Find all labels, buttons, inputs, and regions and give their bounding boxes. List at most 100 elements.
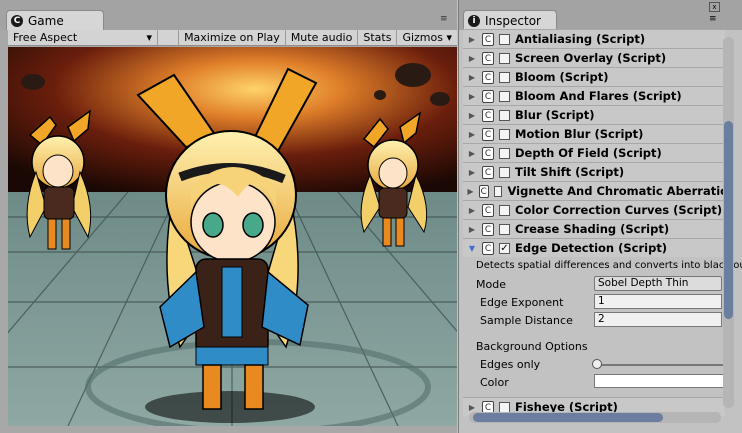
component-enabled-checkbox[interactable] bbox=[499, 204, 510, 216]
inspector-content: ▶ C Antialiasing (Script) ▶ C Screen Overlay … bbox=[463, 28, 742, 433]
color-field[interactable] bbox=[594, 374, 724, 388]
component-label: Antialiasing (Script) bbox=[515, 32, 646, 46]
unity-logo-icon: C bbox=[11, 14, 23, 27]
component-row[interactable]: ▶ C Tilt Shift (Script) bbox=[463, 162, 725, 181]
component-row[interactable]: ▶C Vignette And Chromatic Aberration (Scr… bbox=[463, 181, 725, 200]
component-row[interactable]: ▶ C Antialiasing (Script) bbox=[463, 29, 725, 48]
component-label: Bloom (Script) bbox=[515, 70, 609, 84]
mode-label: Mode bbox=[476, 278, 506, 291]
component-label: Tilt Shift (Script) bbox=[515, 165, 625, 179]
script-icon: C bbox=[482, 146, 494, 160]
expand-down-arrow-icon[interactable]: ▼ bbox=[465, 244, 479, 253]
expand-right-arrow-icon[interactable]: ▶ bbox=[465, 73, 479, 82]
component-row[interactable]: ▶ C Crease Shading (Script) bbox=[463, 219, 725, 238]
component-row[interactable]: ▶ C Bloom (Script) bbox=[463, 67, 725, 86]
sample-distance-label: Sample Distance bbox=[480, 314, 573, 327]
background-options-label: Background Options bbox=[476, 340, 588, 353]
expand-right-arrow-icon[interactable]: ▶ bbox=[465, 130, 479, 139]
component-label: Blur (Script) bbox=[515, 108, 595, 122]
scrollbar-thumb[interactable] bbox=[724, 121, 733, 319]
component-label: Bloom And Flares (Script) bbox=[515, 89, 682, 103]
game-toolbar: Free Aspect ▾ Maximize on Play Mute audi… bbox=[8, 29, 457, 46]
script-icon: C bbox=[482, 32, 494, 46]
script-icon: C bbox=[482, 222, 494, 236]
panel-menu-icon[interactable]: ≡ bbox=[440, 14, 448, 24]
sample-distance-field[interactable]: 2 bbox=[594, 312, 722, 327]
color-label: Color bbox=[480, 376, 509, 389]
tab-game-label: Game bbox=[28, 13, 64, 28]
expand-right-arrow-icon[interactable]: ▶ bbox=[465, 225, 479, 234]
script-icon: C bbox=[482, 70, 494, 84]
gizmos-label: Gizmos bbox=[402, 30, 443, 44]
mode-dropdown[interactable]: Sobel Depth Thin bbox=[594, 276, 722, 291]
component-enabled-checkbox[interactable]: ✓ bbox=[499, 242, 510, 254]
info-icon: i bbox=[468, 14, 480, 27]
component-enabled-checkbox[interactable] bbox=[499, 401, 510, 413]
component-row[interactable]: ▶ C Color Correction Curves (Script) bbox=[463, 200, 725, 219]
component-row[interactable]: ▼ C ✓ Edge Detection (Script) bbox=[463, 238, 725, 257]
edge-detection-description: Detects spatial differences and converts… bbox=[476, 260, 742, 271]
component-enabled-checkbox[interactable] bbox=[499, 166, 510, 178]
expand-right-arrow-icon[interactable]: ▶ bbox=[465, 187, 476, 196]
tab-inspector-label: Inspector bbox=[485, 13, 541, 28]
inspector-horizontal-scrollbar[interactable] bbox=[469, 412, 721, 423]
expand-right-arrow-icon[interactable]: ▶ bbox=[465, 403, 479, 412]
expand-right-arrow-icon[interactable]: ▶ bbox=[465, 168, 479, 177]
gizmos-button[interactable]: Gizmos ▾ bbox=[397, 30, 457, 46]
component-enabled-checkbox[interactable] bbox=[499, 147, 510, 159]
component-label: Screen Overlay (Script) bbox=[515, 51, 667, 65]
expand-right-arrow-icon[interactable]: ▶ bbox=[465, 206, 479, 215]
component-enabled-checkbox[interactable] bbox=[499, 109, 510, 121]
close-panel-icon[interactable]: x bbox=[709, 2, 720, 12]
component-row[interactable]: ▶ C Screen Overlay (Script) bbox=[463, 48, 725, 67]
game-viewport[interactable] bbox=[8, 47, 457, 426]
script-icon: C bbox=[482, 203, 494, 217]
tab-game[interactable]: C Game bbox=[6, 10, 104, 30]
expand-right-arrow-icon[interactable]: ▶ bbox=[465, 149, 479, 158]
scrollbar-thumb[interactable] bbox=[473, 413, 663, 422]
game-tab-bar: C Game ≡ bbox=[0, 0, 457, 30]
expand-right-arrow-icon[interactable]: ▶ bbox=[465, 35, 479, 44]
component-enabled-checkbox[interactable] bbox=[499, 223, 510, 235]
mute-audio-button[interactable]: Mute audio bbox=[286, 29, 359, 46]
slider-handle[interactable] bbox=[592, 359, 602, 369]
panel-menu-icon[interactable]: ≡ bbox=[709, 14, 717, 24]
script-icon: C bbox=[482, 108, 494, 122]
component-enabled-checkbox[interactable] bbox=[499, 33, 510, 45]
script-icon: C bbox=[482, 89, 494, 103]
tab-inspector[interactable]: i Inspector bbox=[463, 10, 557, 30]
edges-only-slider[interactable] bbox=[596, 364, 726, 366]
component-label: Crease Shading (Script) bbox=[515, 222, 670, 236]
component-row[interactable]: ▶ C Bloom And Flares (Script) bbox=[463, 86, 725, 105]
component-label: Edge Detection (Script) bbox=[515, 241, 668, 255]
component-row[interactable]: ▶ C Blur (Script) bbox=[463, 105, 725, 124]
script-icon: C bbox=[478, 184, 489, 198]
edge-exponent-label: Edge Exponent bbox=[480, 296, 564, 309]
edges-only-label: Edges only bbox=[480, 358, 541, 371]
script-icon: C bbox=[482, 241, 494, 255]
chevron-down-icon: ▾ bbox=[446, 30, 452, 44]
expand-right-arrow-icon[interactable]: ▶ bbox=[465, 54, 479, 63]
component-enabled-checkbox[interactable] bbox=[499, 90, 510, 102]
game-panel: C Game ≡ Free Aspect ▾ Maximize on Play … bbox=[0, 0, 457, 433]
component-enabled-checkbox[interactable] bbox=[493, 185, 503, 197]
edge-exponent-field[interactable]: 1 bbox=[594, 294, 722, 309]
script-icon: C bbox=[482, 127, 494, 141]
component-label: Depth Of Field (Script) bbox=[515, 146, 662, 160]
component-enabled-checkbox[interactable] bbox=[499, 71, 510, 83]
inspector-tab-bar: i Inspector ≡ x bbox=[459, 0, 742, 30]
inspector-vertical-scrollbar[interactable] bbox=[723, 37, 734, 408]
component-enabled-checkbox[interactable] bbox=[499, 52, 510, 64]
script-icon: C bbox=[482, 51, 494, 65]
aspect-dropdown[interactable]: Free Aspect ▾ bbox=[8, 29, 159, 46]
stats-button[interactable]: Stats bbox=[358, 29, 398, 46]
component-row[interactable]: ▶ C Depth Of Field (Script) bbox=[463, 143, 725, 162]
expand-right-arrow-icon[interactable]: ▶ bbox=[465, 111, 479, 120]
component-label: Vignette And Chromatic Aberration (Scrip… bbox=[507, 184, 725, 198]
maximize-on-play-button[interactable]: Maximize on Play bbox=[179, 29, 286, 46]
component-enabled-checkbox[interactable] bbox=[499, 128, 510, 140]
expand-right-arrow-icon[interactable]: ▶ bbox=[465, 92, 479, 101]
component-row[interactable]: ▶ C Motion Blur (Script) bbox=[463, 124, 725, 143]
game-scene-render bbox=[8, 47, 457, 426]
component-label: Color Correction Curves (Script) bbox=[515, 203, 723, 217]
